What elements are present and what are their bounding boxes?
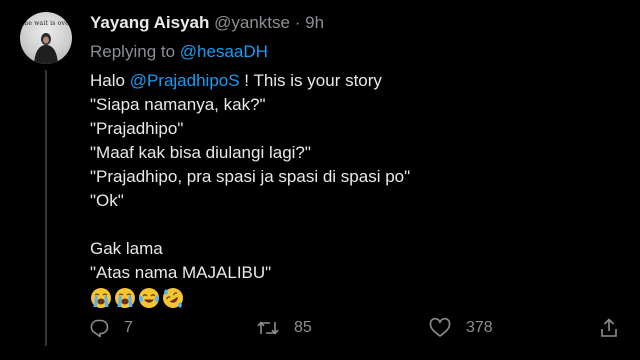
- avatar[interactable]: The wait is over: [20, 12, 72, 64]
- tweet-line: "Maaf kak bisa diulangi lagi?": [90, 143, 311, 162]
- tweet-text: ! This is your story: [239, 71, 382, 90]
- loudly-crying-face-icon: [91, 288, 111, 308]
- rolling-on-the-floor-laughing-icon: [163, 288, 183, 308]
- tweet-line: "Siapa namanya, kak?": [90, 95, 266, 114]
- timestamp[interactable]: 9h: [305, 13, 324, 32]
- tweet-body: Halo @PrajadhipoS ! This is your story "…: [90, 69, 410, 309]
- tweet-line: Halo @PrajadhipoS ! This is your story: [90, 69, 410, 93]
- reply-icon: [90, 319, 109, 338]
- separator-dot: ·: [294, 13, 301, 32]
- replying-to-label: Replying to: [90, 42, 176, 61]
- tweet-text: Halo: [90, 71, 130, 90]
- like-count: 378: [466, 319, 493, 336]
- tweet-line: "Atas nama MAJALIBU": [90, 263, 272, 282]
- share-icon: [601, 318, 617, 337]
- emoji-row: [90, 287, 410, 309]
- face-with-tears-of-joy-icon: [139, 288, 159, 308]
- loudly-crying-face-icon: [115, 288, 135, 308]
- tweet-header: Yayang Aisyah @yanktse · 9h: [90, 13, 324, 33]
- tweet-line: Gak lama: [90, 239, 163, 258]
- thread-line: [45, 70, 47, 346]
- reply-count: 7: [124, 319, 133, 336]
- share-button[interactable]: [598, 317, 620, 339]
- retweet-count: 85: [294, 319, 312, 336]
- author-name[interactable]: Yayang Aisyah: [90, 13, 209, 32]
- author-handle[interactable]: @yanktse: [214, 13, 290, 32]
- tweet-actions: 7 85 378: [88, 317, 628, 343]
- replying-to: Replying to @hesaaDH: [90, 42, 268, 62]
- reply-button[interactable]: 7: [88, 317, 133, 339]
- like-button[interactable]: 378: [428, 317, 493, 339]
- tweet-line: "Prajadhipo, pra spasi ja spasi di spasi…: [90, 167, 411, 186]
- tweet: The wait is over Yayang Aisyah @yanktse …: [0, 0, 640, 360]
- replying-to-mention[interactable]: @hesaaDH: [180, 42, 268, 61]
- tweet-line: "Ok": [90, 191, 124, 210]
- heart-icon: [429, 317, 451, 337]
- mention-link[interactable]: @PrajadhipoS: [130, 71, 240, 90]
- tweet-line: "Prajadhipo": [90, 119, 184, 138]
- retweet-icon: [257, 321, 279, 335]
- retweet-button[interactable]: 85: [256, 317, 312, 339]
- avatar-portrait-icon: [34, 33, 58, 64]
